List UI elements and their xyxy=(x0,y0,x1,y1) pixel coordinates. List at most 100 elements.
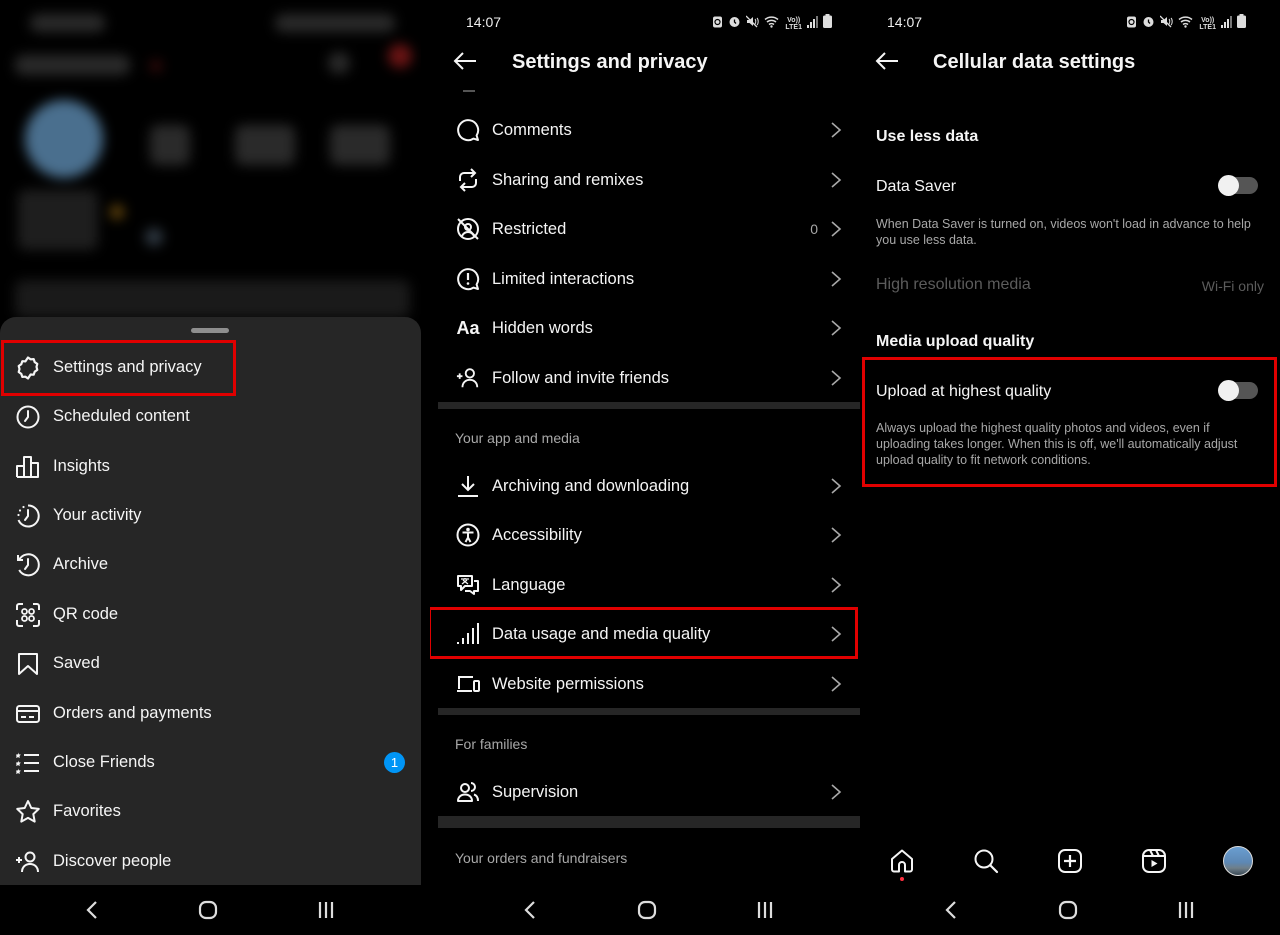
home-button[interactable] xyxy=(1054,897,1082,923)
page-title: Settings and privacy xyxy=(512,51,708,73)
menu-item-label: Saved xyxy=(53,654,100,672)
data-saver-label: Data Saver xyxy=(876,178,957,195)
settings-item-hidden-words[interactable]: Aa Hidden words xyxy=(438,304,860,352)
cellular-header: Cellular data settings xyxy=(860,44,1280,82)
signal-icon xyxy=(807,15,818,33)
settings-item-website-permissions[interactable]: Website permissions xyxy=(438,660,860,708)
reels-icon[interactable] xyxy=(1139,846,1169,876)
menu-item-saved[interactable]: Saved xyxy=(0,639,421,688)
home-button[interactable] xyxy=(194,897,222,923)
chevron-right-icon xyxy=(831,626,842,642)
settings-item-label: Follow and invite friends xyxy=(492,368,670,387)
sheet-drag-handle[interactable] xyxy=(191,328,229,333)
back-arrow-icon[interactable] xyxy=(874,50,904,76)
status-bar: 14:07 Vo)) LTE1 xyxy=(860,0,1280,44)
menu-item-settings-and-privacy[interactable]: Settings and privacy xyxy=(0,343,421,392)
search-icon[interactable] xyxy=(971,846,1001,876)
battery-icon xyxy=(823,14,832,33)
settings-item-restricted[interactable]: Restricted 0 xyxy=(438,205,860,253)
settings-item-label: Sharing and remixes xyxy=(492,170,644,189)
recents-button[interactable] xyxy=(1172,897,1200,923)
menu-item-label: Discover people xyxy=(53,852,172,870)
upload-highest-quality-toggle[interactable] xyxy=(1218,380,1258,401)
settings-item-label: Data usage and media quality xyxy=(492,624,711,643)
devices-icon xyxy=(455,671,481,697)
settings-item-data-usage-and-media-quality[interactable]: Data usage and media quality xyxy=(438,610,860,658)
settings-item-limited-interactions[interactable]: Limited interactions xyxy=(438,255,860,303)
menu-item-label: QR code xyxy=(53,605,119,623)
qr-code-icon xyxy=(15,602,41,628)
activity-icon xyxy=(15,503,41,529)
chevron-right-icon xyxy=(831,122,842,138)
create-icon[interactable] xyxy=(1055,846,1085,876)
back-button[interactable] xyxy=(937,897,965,923)
menu-item-archive[interactable]: Archive xyxy=(0,540,421,589)
settings-item-label: Accessibility xyxy=(492,525,582,544)
settings-item-sharing-and-remixes[interactable]: Sharing and remixes xyxy=(438,156,860,204)
menu-item-your-activity[interactable]: Your activity xyxy=(0,491,421,540)
battery-icon xyxy=(1237,14,1246,33)
section-divider xyxy=(438,708,860,715)
menu-item-discover-people[interactable]: Discover people xyxy=(0,837,421,886)
wifi-icon xyxy=(1178,15,1194,33)
back-button[interactable] xyxy=(516,897,544,923)
back-arrow-icon[interactable] xyxy=(452,50,482,76)
settings-item-label: Hidden words xyxy=(492,318,593,337)
chevron-right-icon xyxy=(831,527,842,543)
menu-item-insights[interactable]: Insights xyxy=(0,442,421,491)
blurred-profile-background xyxy=(0,0,421,330)
chevron-right-icon xyxy=(831,676,842,692)
chevron-right-icon xyxy=(831,172,842,188)
section-divider xyxy=(438,816,860,828)
menu-item-favorites[interactable]: Favorites xyxy=(0,787,421,836)
recents-button[interactable] xyxy=(312,897,340,923)
data-saver-description: When Data Saver is turned on, videos won… xyxy=(876,217,1251,247)
home-icon[interactable] xyxy=(887,846,917,881)
settings-item-supervision[interactable]: Supervision xyxy=(438,768,860,816)
limited-icon xyxy=(455,266,481,292)
upload-highest-quality-description: Always upload the highest quality photos… xyxy=(876,421,1238,467)
back-button[interactable] xyxy=(78,897,106,923)
menu-item-label: Scheduled content xyxy=(53,407,190,425)
menu-item-label: Favorites xyxy=(53,802,121,820)
menu-item-qr-code[interactable]: QR code xyxy=(0,590,421,639)
settings-item-accessibility[interactable]: Accessibility xyxy=(438,511,860,559)
menu-item-orders-and-payments[interactable]: Orders and payments xyxy=(0,689,421,738)
accessibility-icon xyxy=(455,522,481,548)
menu-item-scheduled-content[interactable]: Scheduled content xyxy=(0,392,421,441)
restricted-count: 0 xyxy=(810,221,818,237)
chevron-right-icon xyxy=(831,271,842,287)
hidden-words-icon: Aa xyxy=(456,317,480,338)
data-saver-toggle[interactable] xyxy=(1218,175,1258,196)
section-header: Use less data xyxy=(876,128,979,145)
chevron-right-icon xyxy=(831,784,842,800)
settings-header: Settings and privacy xyxy=(430,44,860,82)
settings-item-archiving-and-downloading[interactable]: Archiving and downloading xyxy=(438,462,860,510)
volte-lte-icon: Vo)) LTE1 xyxy=(1199,16,1216,31)
profile-avatar[interactable] xyxy=(1223,846,1253,876)
high-res-media-label: High resolution media xyxy=(876,276,1031,293)
star-icon xyxy=(15,799,41,825)
section-header: Your orders and fundraisers xyxy=(455,850,628,866)
upload-highest-quality-label: Upload at highest quality xyxy=(876,383,1052,400)
recents-button[interactable] xyxy=(751,897,779,923)
menu-item-label: Settings and privacy xyxy=(53,358,202,376)
system-navigation-bar xyxy=(430,885,860,935)
wifi-icon xyxy=(764,15,780,33)
system-navigation-bar xyxy=(860,885,1280,935)
settings-item-label: Comments xyxy=(492,120,572,139)
download-icon xyxy=(455,473,481,499)
settings-item-comments[interactable]: Comments xyxy=(438,106,860,154)
home-button[interactable] xyxy=(633,897,661,923)
settings-item-follow-and-invite[interactable]: Follow and invite friends xyxy=(438,354,860,402)
battery-saver-icon xyxy=(712,15,723,33)
scroll-edge-divider xyxy=(463,90,475,92)
alarm-icon xyxy=(728,15,741,33)
settings-item-label: Language xyxy=(492,575,566,594)
menu-item-label: Archive xyxy=(53,555,109,573)
notification-dot xyxy=(900,877,904,881)
add-person-icon xyxy=(15,849,41,875)
section-header: Media upload quality xyxy=(876,333,1035,350)
menu-item-close-friends[interactable]: Close Friends 1 xyxy=(0,738,421,787)
settings-item-language[interactable]: Language xyxy=(438,561,860,609)
